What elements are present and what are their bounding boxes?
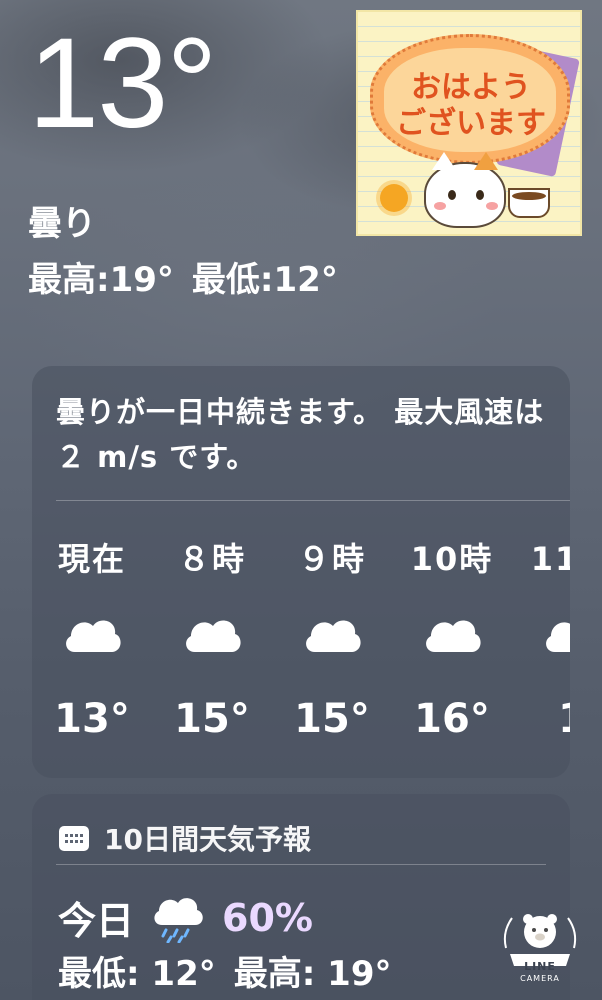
sun-icon xyxy=(380,184,408,212)
hour-column: ９時 15° xyxy=(272,500,392,778)
cat-icon xyxy=(424,152,506,228)
forecast-day: 今日 xyxy=(58,899,135,943)
good-morning-sticker: おはよう ございます xyxy=(356,10,582,236)
sticker-greeting: おはよう ございます xyxy=(376,70,566,142)
hour-temp: 15° xyxy=(294,696,370,742)
hour-temp: 13° xyxy=(54,696,130,742)
cloud-icon xyxy=(546,622,570,652)
cloud-rain-icon xyxy=(154,897,203,943)
forecast-divider xyxy=(56,864,546,865)
hour-temp: 16° xyxy=(414,696,490,742)
precipitation-chance: 60% xyxy=(222,895,313,940)
forecast-title: 10日間天気予報 xyxy=(104,823,311,856)
hour-temp: 15° xyxy=(174,696,250,742)
ten-day-forecast-card[interactable]: 10日間天気予報 今日 60% 最低: 12° 最高: 19° xyxy=(32,794,570,1000)
cloud-icon xyxy=(66,620,121,652)
hourly-scroller[interactable]: 現在 13° ８時 15° ９時 15° 10時 16° 11時 1 xyxy=(32,500,570,778)
hour-column: 現在 13° xyxy=(32,500,152,778)
line-camera-watermark: LINE CAMERA xyxy=(498,908,582,984)
cloud-icon xyxy=(186,620,241,652)
cloud-icon xyxy=(426,620,481,652)
hour-column: 10時 16° xyxy=(392,500,512,778)
watermark-brand: LINE xyxy=(524,960,556,973)
forecast-high: 最高: 19° xyxy=(233,954,392,994)
calendar-icon xyxy=(59,826,89,851)
watermark-product: CAMERA xyxy=(520,974,560,983)
hour-column: ８時 15° xyxy=(152,500,272,778)
forecast-low: 最低: 12° xyxy=(58,954,216,994)
forecast-row-today[interactable]: 今日 60% xyxy=(58,890,313,945)
forecast-today-high-low: 最低: 12° 最高: 19° xyxy=(58,946,392,995)
hour-time: 11時 xyxy=(530,540,570,578)
hour-column: 11時 1 xyxy=(512,500,570,778)
hour-time: 現在 xyxy=(57,540,126,578)
current-low: 最低:12° xyxy=(191,260,338,300)
forecast-header: 10日間天気予報 xyxy=(58,818,311,858)
current-high: 最高:19° xyxy=(28,260,174,300)
current-high-low: 最高:19° 最低:12° xyxy=(28,252,338,301)
hour-time: ９時 xyxy=(297,540,366,578)
current-temperature: 13° xyxy=(28,12,218,155)
cloud-icon xyxy=(306,620,361,652)
sticker-greeting-line1: おはよう xyxy=(411,70,531,105)
hour-time: 10時 xyxy=(410,540,494,578)
sticker-greeting-line2: ございます xyxy=(396,106,546,141)
hour-temp: 1 xyxy=(512,696,570,742)
hourly-forecast-card[interactable]: 曇りが一日中続きます。 最大風速は２ m/s です。 現在 13° ８時 15°… xyxy=(32,366,570,778)
weather-summary: 曇りが一日中続きます。 最大風速は２ m/s です。 xyxy=(56,395,545,474)
current-condition: 曇り xyxy=(28,204,96,244)
coffee-cup-icon xyxy=(508,188,550,218)
hour-time: ８時 xyxy=(177,540,246,578)
